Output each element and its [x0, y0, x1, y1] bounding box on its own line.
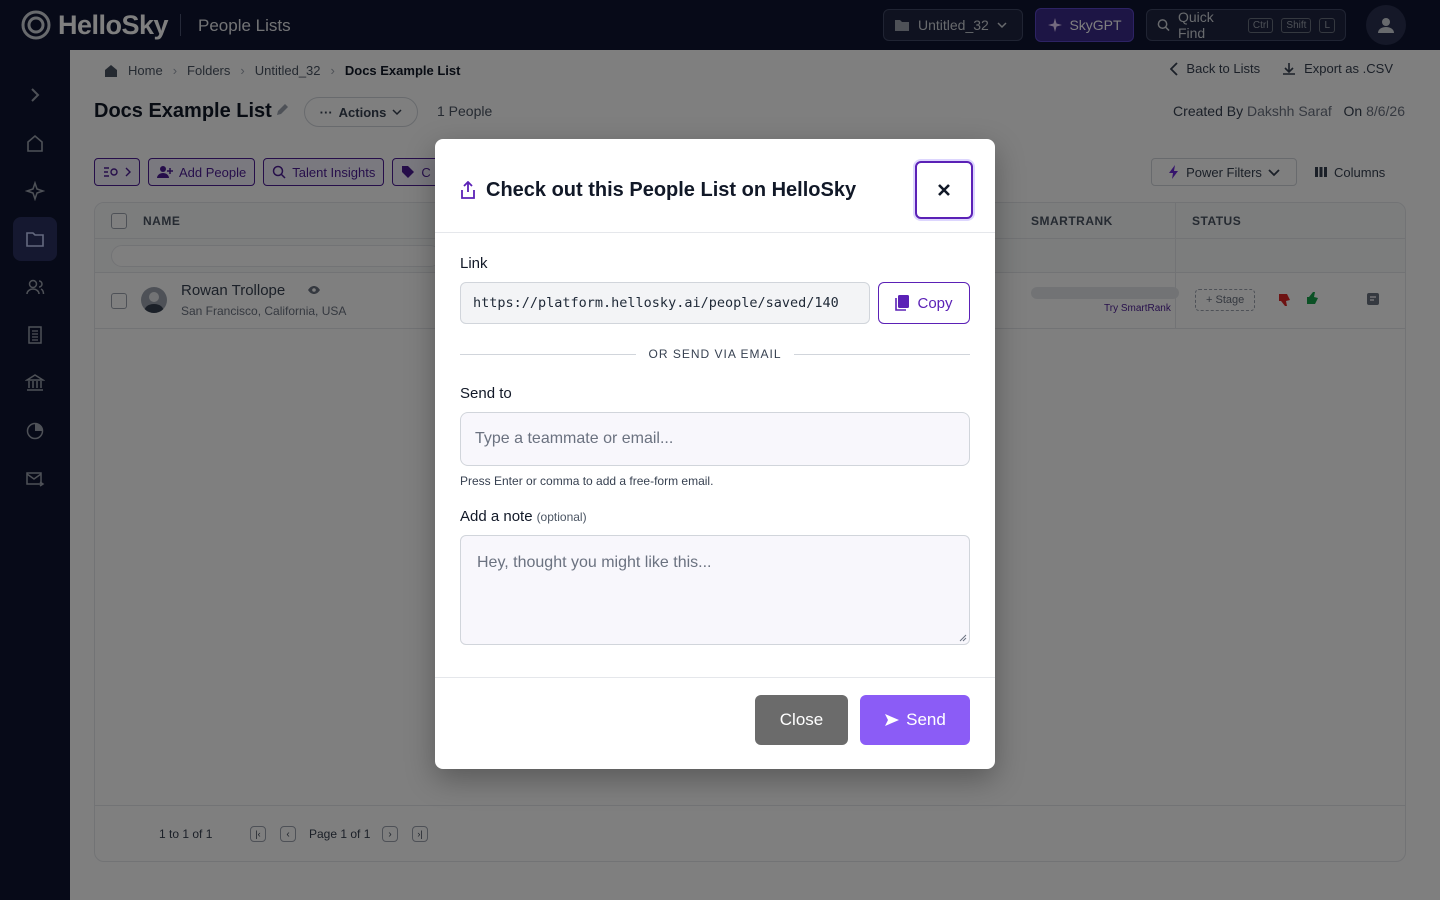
send-to-label: Send to — [460, 385, 512, 402]
divider-line — [460, 353, 637, 355]
note-textarea[interactable]: Hey, thought you might like this... — [460, 535, 970, 645]
send-label: Send — [906, 710, 946, 729]
note-label: Add a note (optional) — [460, 508, 587, 525]
copy-label: Copy — [917, 294, 953, 312]
link-label: Link — [460, 255, 488, 272]
note-placeholder: Hey, thought you might like this... — [477, 554, 712, 571]
send-to-hint: Press Enter or comma to add a free-form … — [460, 474, 714, 488]
modal-footer: Close Send — [435, 677, 995, 769]
send-to-input[interactable]: Type a teammate or email... — [460, 412, 970, 466]
share-list-modal: Check out this People List on HelloSky L… — [435, 139, 995, 769]
share-link-input[interactable]: https://platform.hellosky.ai/people/save… — [460, 282, 870, 324]
close-modal-button[interactable] — [915, 161, 973, 219]
send-button[interactable]: Send — [860, 695, 970, 745]
note-optional: (optional) — [536, 510, 587, 524]
share-icon — [461, 181, 475, 199]
modal-header: Check out this People List on HelloSky — [435, 139, 995, 233]
modal-title: Check out this People List on HelloSky — [486, 179, 857, 201]
note-label-text: Add a note — [460, 508, 533, 525]
resize-grip-icon[interactable] — [959, 634, 967, 642]
or-divider: OR SEND VIA EMAIL — [460, 345, 971, 363]
send-icon — [885, 714, 900, 726]
divider-line — [793, 353, 971, 355]
copy-icon — [895, 295, 910, 311]
or-send-via-email: OR SEND VIA EMAIL — [648, 347, 782, 361]
copy-link-button[interactable]: Copy — [878, 282, 970, 324]
close-icon — [938, 184, 950, 196]
close-button[interactable]: Close — [755, 695, 848, 745]
